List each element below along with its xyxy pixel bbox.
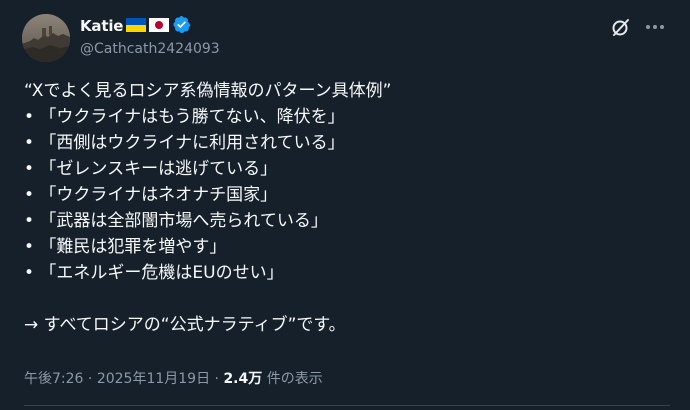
post-meta: 午後7:26 · 2025年11月19日 · 2.4万 件の表示 (24, 368, 323, 388)
meta-separator: · (83, 371, 97, 387)
author-handle[interactable]: @Cathcath2424093 (80, 41, 220, 57)
avatar[interactable] (22, 14, 70, 62)
verified-badge-icon (172, 15, 191, 38)
display-name[interactable]: Katie (80, 17, 123, 35)
post-line: • 「難民は犯罪を増やす」 (24, 237, 227, 257)
grok-icon (612, 19, 629, 36)
post-line: • 「ウクライナはもう勝てない、降伏を」 (24, 107, 345, 127)
divider (24, 405, 670, 406)
more-icon (646, 25, 664, 29)
meta-separator: · (210, 371, 224, 387)
post-date[interactable]: 2025年11月19日 (97, 371, 210, 387)
avatar-image (22, 14, 70, 62)
japan-flag-icon (149, 17, 170, 36)
post-line: • 「ウクライナはネオナチ国家」 (24, 185, 278, 205)
author-name-row[interactable]: Katie (80, 15, 191, 38)
post-time[interactable]: 午後7:26 (24, 371, 83, 387)
views-count[interactable]: 2.4万 (223, 371, 262, 387)
post-line: • 「西側はウクライナに利用されている」 (24, 133, 345, 153)
post: Katie @Cathcath2424093 “Xでよく見るロシア系偽情報のパタ… (0, 0, 690, 410)
post-line: • 「エネルギー危機はEUのせい」 (24, 263, 284, 283)
ukraine-flag-icon (126, 17, 147, 36)
post-line: • 「武器は全部闇市場へ売られている」 (24, 211, 328, 231)
post-text: “Xでよく見るロシア系偽情報のパターン具体例” • 「ウクライナはもう勝てない、… (24, 78, 664, 338)
views-label: 件の表示 (262, 371, 323, 387)
paragraph-break (24, 286, 664, 312)
post-closing-line: → すべてロシアの“公式ナラティブ”です。 (24, 315, 346, 335)
grok-button[interactable] (609, 15, 633, 39)
post-line: • 「ゼレンスキーは逃げている」 (24, 159, 278, 179)
more-button[interactable] (643, 15, 667, 39)
post-line: “Xでよく見るロシア系偽情報のパターン具体例” (24, 81, 392, 101)
